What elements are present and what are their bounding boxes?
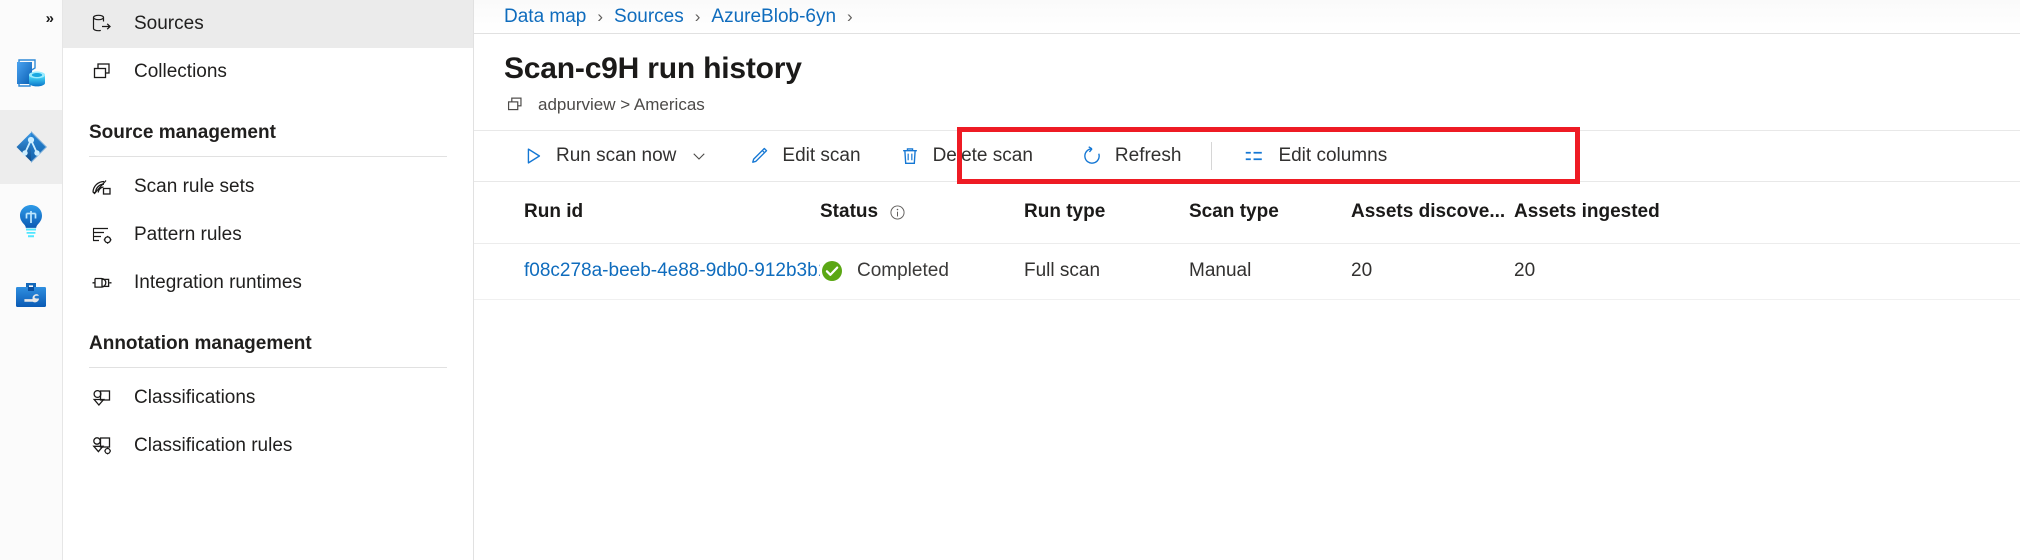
sidebar-item-pattern-rules[interactable]: Pattern rules: [63, 211, 473, 259]
delete-scan-label: Delete scan: [933, 145, 1033, 167]
run-id-link[interactable]: f08c278a-beeb-4e88-9db0-912b3b1: [524, 260, 820, 281]
integration-runtimes-icon: [89, 271, 115, 295]
column-header-assets-discovered[interactable]: Assets discove...: [1351, 201, 1514, 223]
sidebar-item-collections[interactable]: Collections: [63, 48, 473, 96]
sidebar-item-label: Integration runtimes: [134, 272, 302, 294]
sidebar-item-label: Classification rules: [134, 435, 292, 457]
sidebar-divider: [89, 156, 447, 157]
column-header-scan-type[interactable]: Scan type: [1189, 201, 1351, 223]
sidebar-item-label: Sources: [134, 13, 204, 35]
sidebar-section-annotation-management: Annotation management: [63, 307, 473, 361]
sources-icon: [89, 12, 115, 36]
page-header: Scan-c9H run history adpurview > America…: [474, 34, 2020, 116]
delete-scan-button[interactable]: Delete scan: [889, 131, 1043, 181]
sidebar-item-classifications[interactable]: Classifications: [63, 374, 473, 422]
left-icon-rail: »: [0, 0, 63, 560]
info-circle-icon[interactable]: [888, 203, 907, 222]
table-row[interactable]: f08c278a-beeb-4e88-9db0-912b3b1 Complete…: [474, 244, 2020, 300]
cell-run-type: Full scan: [1024, 260, 1189, 282]
scan-rule-sets-icon: [89, 175, 115, 199]
sidebar-item-label: Collections: [134, 61, 227, 83]
status-label: Completed: [857, 260, 949, 282]
pattern-rules-icon: [89, 223, 115, 247]
cell-assets-ingested: 20: [1514, 260, 1714, 282]
column-header-status-label: Status: [820, 201, 878, 223]
command-bar: Run scan now Edit scan: [474, 130, 2020, 182]
cell-status: Completed: [820, 259, 1024, 283]
purview-scan-run-history-page: »: [0, 0, 2020, 560]
chevron-double-right-icon: »: [46, 10, 52, 27]
refresh-circular-arrow-icon: [1081, 145, 1103, 167]
rail-item-data-catalog[interactable]: [0, 36, 62, 110]
cell-scan-type: Manual: [1189, 260, 1351, 282]
breadcrumb: Data map › Sources › AzureBlob-6yn ›: [474, 0, 2020, 33]
column-header-status[interactable]: Status: [820, 201, 1024, 223]
cell-run-id: f08c278a-beeb-4e88-9db0-912b3b1: [524, 260, 820, 282]
rail-item-management[interactable]: [0, 258, 62, 332]
breadcrumb-item-azureblob[interactable]: AzureBlob-6yn: [711, 6, 836, 28]
run-scan-now-label: Run scan now: [556, 145, 676, 167]
sidebar-item-scan-rule-sets[interactable]: Scan rule sets: [63, 163, 473, 211]
classifications-icon: [89, 386, 115, 410]
collection-path-text: adpurview > Americas: [538, 95, 705, 115]
sidebar-item-sources[interactable]: Sources: [63, 0, 473, 48]
nav-sidebar: Sources Collections Source management: [63, 0, 474, 560]
play-triangle-icon: [522, 145, 544, 167]
page-title: Scan-c9H run history: [504, 52, 2020, 87]
trash-icon: [899, 145, 921, 167]
sidebar-item-label: Classifications: [134, 387, 255, 409]
sidebar-section-source-management: Source management: [63, 96, 473, 150]
main-content: Data map › Sources › AzureBlob-6yn › Sca…: [474, 0, 2020, 560]
column-header-run-type[interactable]: Run type: [1024, 201, 1189, 223]
pencil-icon: [748, 145, 770, 167]
edit-columns-label: Edit columns: [1278, 145, 1387, 167]
book-database-icon: [11, 53, 51, 93]
expand-rail-button[interactable]: »: [0, 0, 62, 36]
toolbox-wrench-icon: [11, 275, 51, 315]
edit-scan-label: Edit scan: [782, 145, 860, 167]
collections-icon: [504, 94, 526, 116]
sidebar-divider: [89, 367, 447, 368]
sidebar-item-label: Scan rule sets: [134, 176, 254, 198]
breadcrumb-separator-icon: ›: [847, 7, 853, 27]
lightbulb-icon: [11, 201, 51, 241]
sidebar-item-label: Pattern rules: [134, 224, 242, 246]
collections-icon: [89, 60, 115, 84]
check-circle-filled-icon: [820, 259, 844, 283]
table-header-row: Run id Status Run type Scan type Assets …: [474, 182, 2020, 244]
sidebar-item-classification-rules[interactable]: Classification rules: [63, 422, 473, 470]
cell-assets-discovered: 20: [1351, 260, 1514, 282]
edit-columns-icon: [1242, 145, 1266, 167]
breadcrumb-item-data-map[interactable]: Data map: [504, 6, 586, 28]
command-bar-wrapper: Run scan now Edit scan: [474, 130, 2020, 182]
refresh-label: Refresh: [1115, 145, 1182, 167]
run-history-table: Run id Status Run type Scan type Assets …: [474, 182, 2020, 300]
edit-columns-button[interactable]: Edit columns: [1232, 131, 1397, 181]
breadcrumb-item-sources[interactable]: Sources: [614, 6, 684, 28]
chevron-down-icon[interactable]: [690, 147, 708, 165]
breadcrumb-separator-icon: ›: [597, 7, 603, 27]
column-header-run-id[interactable]: Run id: [524, 201, 820, 223]
rail-item-insights[interactable]: [0, 184, 62, 258]
data-map-diamond-icon: [11, 127, 51, 167]
sidebar-item-integration-runtimes[interactable]: Integration runtimes: [63, 259, 473, 307]
run-scan-now-button[interactable]: Run scan now: [512, 131, 718, 181]
classification-rules-icon: [89, 434, 115, 458]
breadcrumb-separator-icon: ›: [695, 7, 701, 27]
edit-scan-button[interactable]: Edit scan: [738, 131, 870, 181]
command-bar-divider: [1211, 142, 1212, 170]
column-header-assets-ingested[interactable]: Assets ingested: [1514, 201, 1714, 223]
refresh-button[interactable]: Refresh: [1071, 131, 1192, 181]
collection-path: adpurview > Americas: [504, 94, 2020, 116]
rail-item-data-map[interactable]: [0, 110, 62, 184]
